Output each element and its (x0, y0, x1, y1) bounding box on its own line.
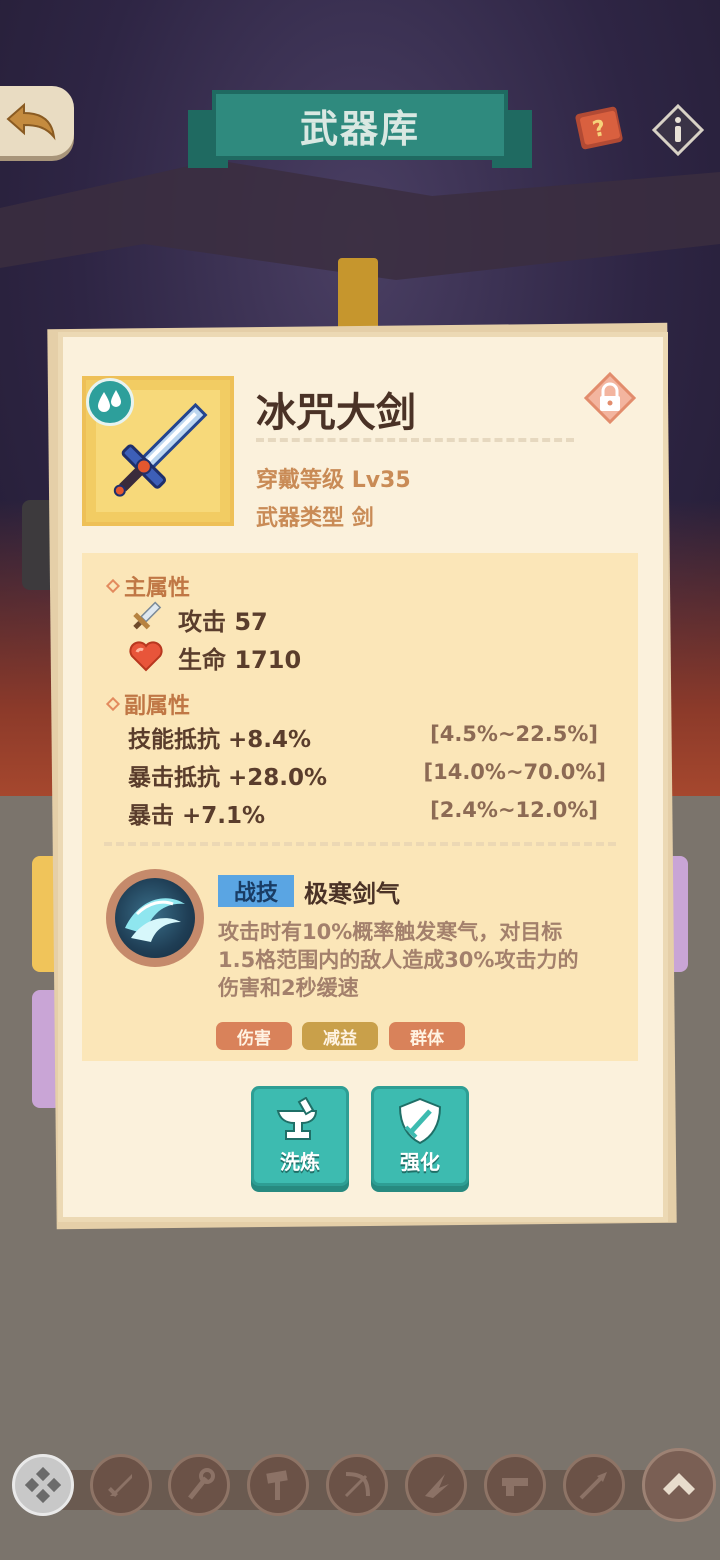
staff-icon (188, 1468, 215, 1500)
water-drop-icon (98, 390, 121, 412)
heart-icon (129, 641, 163, 672)
info-icon (651, 103, 705, 157)
sub-stat-value: +7.1% (182, 803, 266, 829)
sub-stat-row: 技能抵抗 +8.4% (128, 720, 311, 754)
nav-sword[interactable] (90, 1454, 152, 1516)
element-badge (86, 378, 134, 426)
skill-icon-bg (115, 878, 195, 958)
sub-stat-label: 暴击抵抗 (128, 765, 220, 791)
back-arrow-icon (6, 102, 56, 141)
all-weapons-icon (25, 1467, 61, 1503)
collapse-icon (663, 1473, 695, 1495)
skill-name: 极寒剑气 (304, 880, 400, 908)
page-title: 武器库 (299, 106, 420, 151)
skill-tag-aoe: 群体 (389, 1022, 465, 1050)
sub-stat-value: +28.0% (228, 765, 328, 791)
weapon-type: 武器类型 剑 (256, 500, 374, 532)
nav-all-weapons[interactable] (12, 1454, 74, 1516)
skill-type-tag: 战技 (218, 875, 294, 907)
anvil-icon (276, 1097, 318, 1140)
enhance-button[interactable]: 强化 (371, 1086, 469, 1186)
sub-stat-row: 暴击抵抗 +28.0% (128, 758, 327, 792)
frost-slash-icon (125, 898, 185, 942)
diamond-bullet-icon (105, 578, 121, 594)
sub-stat-label: 技能抵抗 (128, 727, 220, 753)
weapon-name: 冰咒大剑 (256, 390, 416, 436)
weapon-type-value: 剑 (351, 506, 374, 531)
nav-hammer[interactable] (247, 1454, 309, 1516)
enhance-label: 强化 (400, 1150, 440, 1174)
spear-icon (579, 1472, 607, 1500)
diamond-bullet-icon (105, 696, 121, 712)
name-divider (256, 438, 574, 442)
sub-attr-title-text: 副属性 (124, 694, 191, 719)
wear-level-value: Lv35 (351, 468, 411, 493)
back-button[interactable] (0, 86, 74, 156)
sub-stat-label: 暴击 (128, 803, 174, 829)
hp-label: 生命 (178, 646, 226, 674)
nav-bow[interactable] (326, 1454, 388, 1516)
attack-stat: 攻击 57 (178, 602, 268, 637)
shield-sword-icon (398, 1097, 442, 1145)
attack-value: 57 (234, 608, 268, 636)
claw-icon (425, 1474, 449, 1498)
nav-spear[interactable] (563, 1454, 625, 1516)
sub-stat-range: [2.4%~12.0%] (430, 798, 598, 822)
nav-claw[interactable] (405, 1454, 467, 1516)
skill-divider (104, 842, 616, 846)
sub-stat-value: +8.4% (228, 727, 312, 753)
sword-icon (133, 601, 162, 630)
lock-toggle[interactable] (583, 371, 637, 425)
bow-icon (344, 1472, 370, 1498)
gun-icon (502, 1478, 528, 1496)
hammer-icon (266, 1470, 288, 1500)
sub-stat-range: [14.0%~70.0%] (423, 760, 607, 784)
nav-gun[interactable] (484, 1454, 546, 1516)
question-book-icon: ? (575, 106, 623, 150)
hp-stat: 生命 1710 (178, 640, 301, 675)
title-banner: 武器库 (212, 90, 508, 160)
sub-attr-title: 副属性 (105, 688, 191, 720)
skill-tag-damage: 伤害 (216, 1022, 292, 1050)
skill-description: 攻击时有10%概率触发寒气，对目标1.5格范围内的敌人造成30%攻击力的伤害和2… (218, 920, 579, 1000)
weapon-type-label: 武器类型 (256, 506, 345, 531)
skill-icon-frame (106, 869, 204, 967)
attack-label: 攻击 (178, 608, 226, 636)
skill-tag-debuff: 减益 (302, 1022, 378, 1050)
reforge-button[interactable]: 洗炼 (251, 1086, 349, 1186)
info-button[interactable] (651, 103, 705, 157)
main-attr-title: 主属性 (105, 570, 191, 602)
lock-icon (583, 371, 637, 425)
nav-collapse-button[interactable] (642, 1448, 716, 1522)
guide-book-button[interactable]: ? (572, 104, 626, 152)
wear-level-label: 穿戴等级 (256, 468, 345, 493)
nav-staff[interactable] (168, 1454, 230, 1516)
sword-icon (108, 1474, 132, 1497)
sub-stat-row: 暴击 +7.1% (128, 796, 265, 830)
hp-value: 1710 (234, 646, 302, 674)
reforge-label: 洗炼 (280, 1150, 320, 1174)
sub-stat-range: [4.5%~22.5%] (430, 722, 598, 746)
wear-level: 穿戴等级 Lv35 (256, 462, 411, 494)
main-attr-title-text: 主属性 (124, 576, 191, 601)
